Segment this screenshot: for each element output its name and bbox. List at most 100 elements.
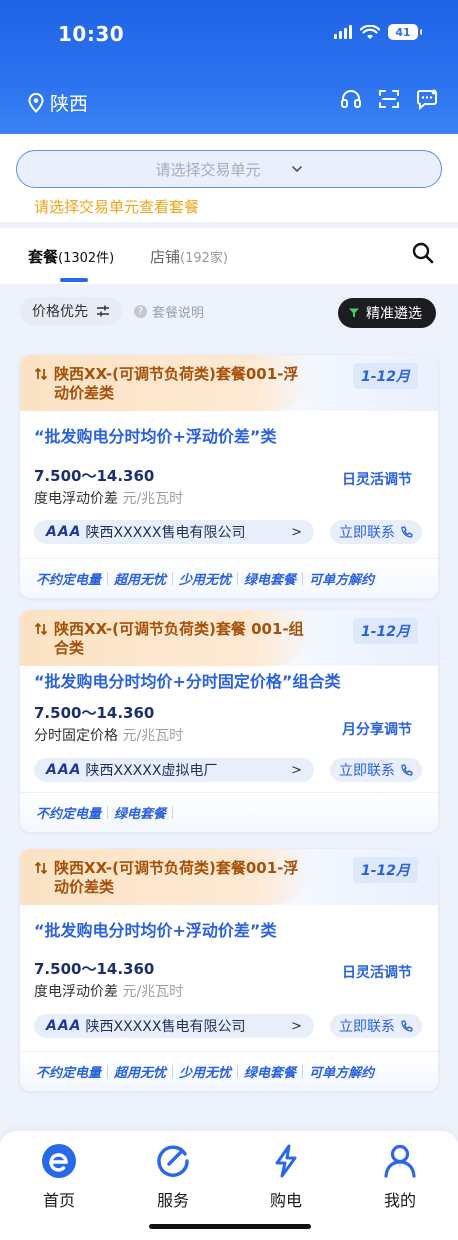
contact-label: 立即联系: [339, 525, 395, 541]
sort-label: 价格优先: [32, 304, 88, 320]
feature-tag: 可单方解约: [309, 573, 375, 588]
nav-label: 服务: [156, 1191, 189, 1210]
price-range: 7.500～14.360: [34, 960, 155, 978]
regulation-mode: 日灵活调节: [342, 472, 412, 488]
tab-count: (1302件): [58, 251, 115, 266]
nav-home[interactable]: 首页: [19, 1143, 99, 1211]
months-badge: 1-12月: [352, 857, 418, 883]
nav-label: 购电: [269, 1191, 302, 1210]
company-name: 陕西XXXXX售电有限公司: [85, 1019, 246, 1035]
feature-tag: 少用无忧: [179, 573, 232, 588]
tab-count: (192家): [180, 251, 228, 266]
lightning-icon: [275, 1144, 297, 1178]
contact-button[interactable]: 立即联系: [330, 758, 422, 782]
nav-label: 我的: [383, 1191, 416, 1210]
nav-profile[interactable]: 我的: [360, 1143, 440, 1211]
signal-icon: [334, 25, 352, 39]
company-rating-badge: AAA: [46, 524, 82, 540]
package-title: “批发购电分时均价+浮动价差”类: [34, 921, 277, 940]
search-icon[interactable]: [412, 242, 434, 264]
headset-icon[interactable]: [340, 88, 362, 110]
regulation-mode: 月分享调节: [342, 722, 412, 738]
status-icons: 41: [334, 24, 422, 40]
location-selector[interactable]: 陕西: [28, 89, 88, 116]
price-label: 分时固定价格: [34, 728, 118, 744]
home-e-icon: [42, 1144, 76, 1178]
user-icon: [384, 1144, 416, 1178]
sort-icon: [97, 305, 109, 317]
package-name: 陕西XX-(可调节负荷类)套餐001-浮动价差类: [54, 365, 299, 402]
company-link[interactable]: AAA 陕西XXXXX虚拟电厂 >: [34, 758, 314, 782]
package-title: “批发购电分时均价+分时固定价格”组合类: [34, 672, 341, 691]
months-badge: 1-12月: [352, 363, 418, 389]
nav-buy-electricity[interactable]: 购电: [246, 1143, 326, 1211]
question-icon: ?: [134, 305, 147, 318]
tab-stores[interactable]: 店铺(192家): [150, 246, 228, 267]
precise-select-label: 精准遴选: [366, 306, 422, 322]
price-label: 度电浮动价差: [34, 984, 118, 1000]
filter-bar: 价格优先 ? 套餐说明 精准遴选: [0, 284, 458, 344]
price-label: 度电浮动价差: [34, 491, 118, 507]
trading-unit-panel: 请选择交易单元 请选择交易单元查看套餐: [0, 134, 458, 222]
feature-tag: 超用无忧: [114, 1066, 167, 1081]
contact-button[interactable]: 立即联系: [330, 520, 422, 544]
contact-button[interactable]: 立即联系: [330, 1014, 422, 1038]
package-card[interactable]: 陕西XX-(可调节负荷类)套餐001-浮动价差类 1-12月 “批发购电分时均价…: [20, 355, 438, 598]
price-description: 分时固定价格 元/兆瓦时: [34, 725, 183, 745]
feature-tag: 绿电套餐: [114, 807, 167, 822]
package-card[interactable]: 陕西XX-(可调节负荷类)套餐001-浮动价差类 1-12月 “批发购电分时均价…: [20, 849, 438, 1091]
nav-service[interactable]: 服务: [133, 1143, 213, 1211]
price-description: 度电浮动价差 元/兆瓦时: [34, 488, 183, 508]
package-title: “批发购电分时均价+浮动价差”类: [34, 427, 277, 446]
battery-icon: 41: [388, 24, 422, 40]
feature-tag: 少用无忧: [179, 1066, 232, 1081]
header-actions: [340, 88, 438, 110]
feature-tag: 不约定电量: [36, 807, 102, 822]
contact-label: 立即联系: [339, 763, 395, 779]
price-unit: 元/兆瓦时: [122, 984, 184, 1000]
regulation-mode: 日灵活调节: [342, 965, 412, 981]
precise-select-button[interactable]: 精准遴选: [338, 298, 436, 328]
status-time: 10:30: [58, 22, 125, 46]
trading-unit-hint: 请选择交易单元查看套餐: [34, 198, 200, 216]
swap-arrows-icon: [34, 367, 48, 381]
service-gauge-icon: [157, 1145, 189, 1177]
message-icon[interactable]: [416, 88, 438, 110]
feature-tag: 绿电套餐: [244, 1066, 297, 1081]
filter-icon: [349, 308, 359, 318]
tab-bar: 套餐(1302件) 店铺(192家): [0, 228, 458, 284]
tab-label: 套餐: [28, 248, 59, 266]
contact-label: 立即联系: [339, 1019, 395, 1035]
package-info-label: 套餐说明: [152, 306, 205, 321]
phone-icon: [401, 763, 413, 776]
home-indicator: [149, 1224, 311, 1229]
location-pin-icon: [28, 92, 44, 113]
package-info-link[interactable]: ? 套餐说明: [134, 302, 204, 321]
package-card[interactable]: 陕西XX-(可调节负荷类)套餐 001-组合类 1-12月 “批发购电分时均价+…: [20, 610, 438, 832]
company-link[interactable]: AAA 陕西XXXXX售电有限公司 >: [34, 520, 314, 544]
feature-tag: 绿电套餐: [244, 573, 297, 588]
scan-icon[interactable]: [378, 88, 400, 110]
trading-unit-select[interactable]: 请选择交易单元: [16, 150, 442, 188]
company-link[interactable]: AAA 陕西XXXXX售电有限公司 >: [34, 1014, 314, 1038]
feature-tag: 超用无忧: [114, 573, 167, 588]
price-unit: 元/兆瓦时: [122, 491, 184, 507]
company-name: 陕西XXXXX售电有限公司: [85, 525, 246, 541]
company-name: 陕西XXXXX虚拟电厂: [85, 763, 218, 779]
sort-priority-button[interactable]: 价格优先: [20, 297, 122, 325]
months-badge: 1-12月: [352, 618, 418, 644]
price-description: 度电浮动价差 元/兆瓦时: [34, 981, 183, 1001]
chevron-right-icon: >: [291, 524, 302, 540]
package-name: 陕西XX-(可调节负荷类)套餐001-浮动价差类: [54, 859, 299, 896]
swap-arrows-icon: [34, 622, 48, 636]
company-rating-badge: AAA: [46, 762, 82, 778]
phone-icon: [401, 525, 413, 538]
company-rating-badge: AAA: [46, 1018, 82, 1034]
feature-tags: 不约定电量 超用无忧 少用无忧 绿电套餐 可单方解约: [20, 558, 438, 598]
feature-tags: 不约定电量 超用无忧 少用无忧 绿电套餐 可单方解约: [20, 1051, 438, 1091]
price-range: 7.500～14.360: [34, 467, 155, 485]
feature-tag: 不约定电量: [36, 1066, 102, 1081]
tab-active-indicator: [60, 278, 88, 282]
package-name: 陕西XX-(可调节负荷类)套餐 001-组合类: [54, 620, 304, 657]
tab-packages[interactable]: 套餐(1302件): [28, 246, 114, 267]
